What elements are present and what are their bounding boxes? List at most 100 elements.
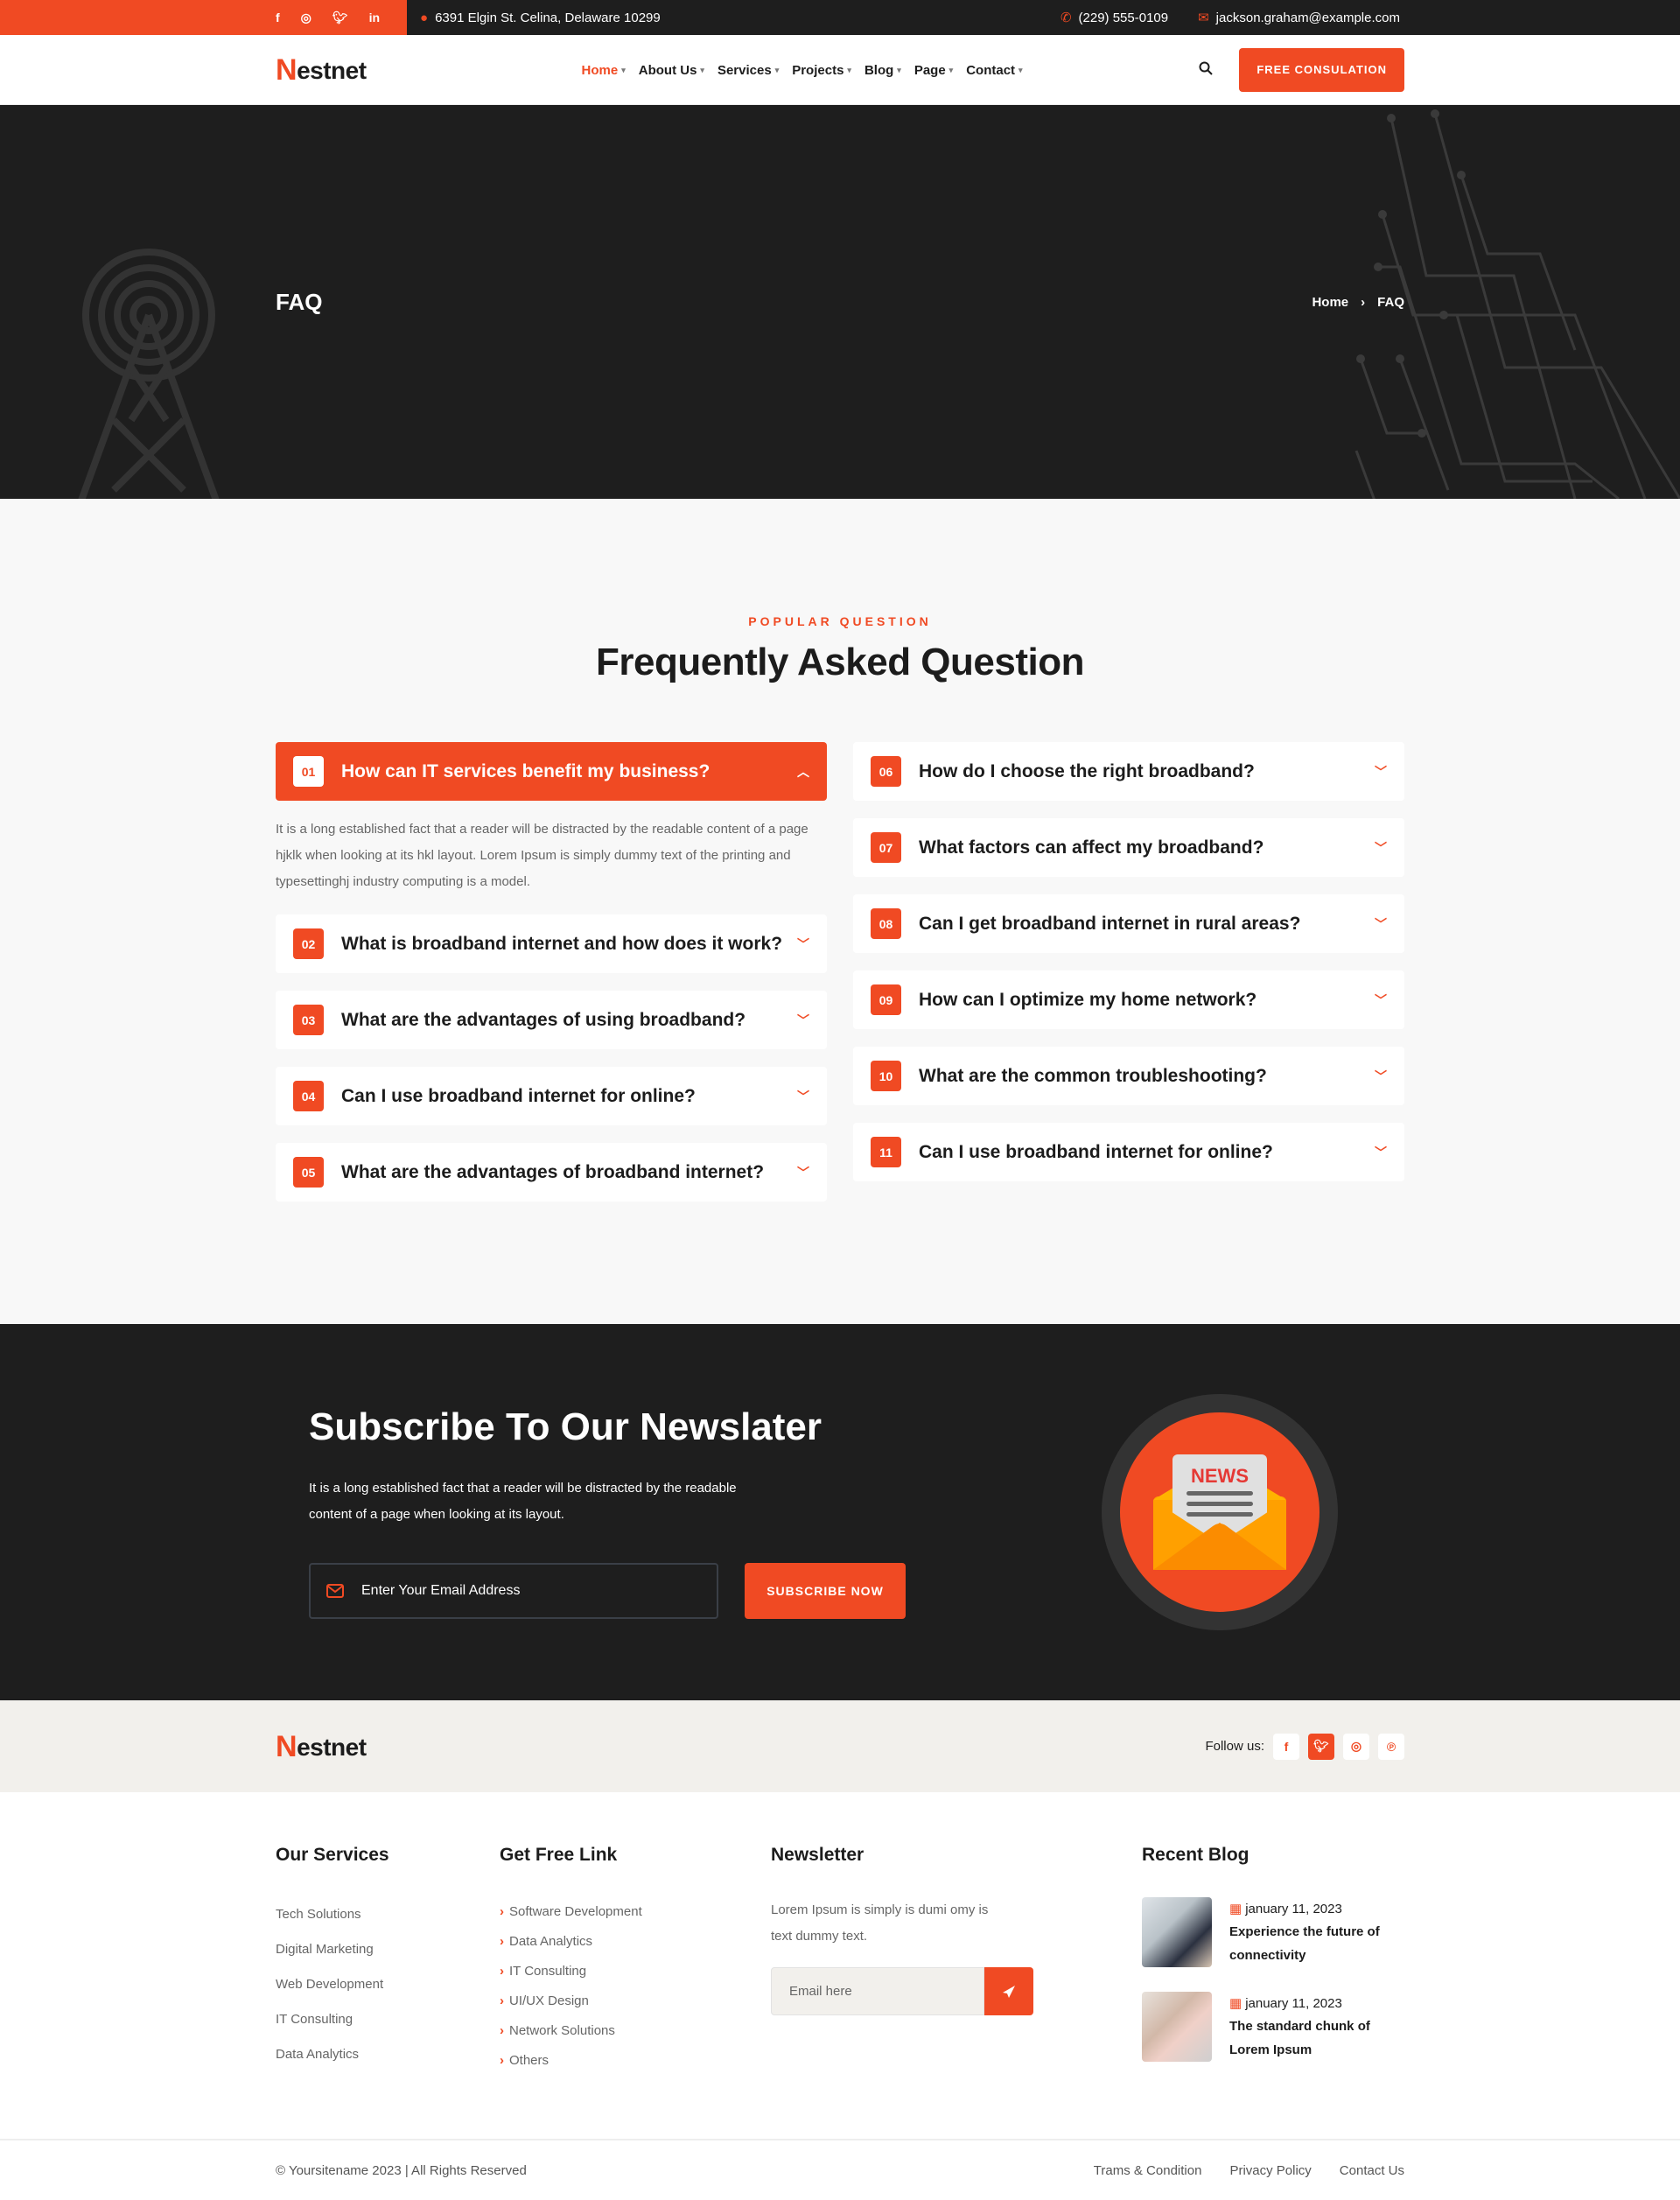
pinterest-icon[interactable]: ℗ [1378, 1733, 1404, 1760]
faq-question: What factors can affect my broadband? [919, 837, 1264, 858]
nav-label: Page [914, 62, 946, 78]
nav-item-projects[interactable]: Projects ▾ [792, 63, 851, 78]
nav-item-contact[interactable]: Contact ▾ [966, 63, 1022, 78]
mail-icon: ✉ [1198, 11, 1209, 25]
faq-item[interactable]: 09 How can I optimize my home network? ﹀ [853, 970, 1404, 1029]
email-text: jackson.graham@example.com [1215, 10, 1400, 25]
nav-label: Services [717, 62, 772, 78]
chevron-down-icon: ﹀ [1375, 840, 1387, 855]
title-line: The standard chunk of [1229, 2019, 1370, 2034]
footer-link[interactable]: Data Analytics [276, 2037, 500, 2072]
blog-post[interactable]: ▦ january 11, 2023 The standard chunk of L… [1142, 1992, 1404, 2062]
blog-thumbnail[interactable] [1142, 1897, 1212, 1967]
chevron-down-icon: ﹀ [797, 1012, 809, 1027]
faq-item[interactable]: 05 What are the advantages of broadband i… [276, 1143, 827, 1202]
blog-date: ▦ january 11, 2023 [1229, 1995, 1370, 2012]
footer-logo[interactable]: N estnet [276, 1732, 367, 1762]
nav-label: Contact [966, 62, 1016, 78]
footer-heading: Newsletter [771, 1845, 864, 1865]
footer-link[interactable]: › Network Solutions [500, 2016, 771, 2046]
contact-link[interactable]: Contact Us [1340, 2163, 1404, 2178]
faq-item[interactable]: 02 What is broadband internet and how doe… [276, 914, 827, 973]
chevron-down-icon: ﹀ [797, 1089, 809, 1104]
newsletter-text-line: It is a long established fact that a rea… [309, 1481, 737, 1496]
facebook-icon[interactable]: f [276, 11, 280, 25]
faq-number: 11 [871, 1137, 901, 1167]
blog-title[interactable]: Experience the future of connectivity [1229, 1920, 1380, 1967]
date-text: january 11, 2023 [1245, 1995, 1342, 2011]
nav-item-blog[interactable]: Blog ▾ [864, 63, 901, 78]
chevron-down-icon: ▾ [700, 65, 704, 74]
faq-question: Can I get broadband internet in rural ar… [919, 913, 1301, 934]
footer-heading: Our Services [276, 1845, 389, 1865]
section-title: Frequently Asked Question [596, 641, 1084, 683]
footer-link[interactable]: › Software Development [500, 1897, 771, 1927]
chevron-right-icon: › [500, 2023, 504, 2038]
twitter-icon[interactable]: 🐦︎ [332, 11, 348, 25]
faq-question: What are the advantages of broadband int… [341, 1161, 765, 1182]
footer-link[interactable]: › Others [500, 2046, 771, 2076]
instagram-icon[interactable]: ◎ [1343, 1733, 1369, 1760]
blog-thumbnail[interactable] [1142, 1992, 1212, 2062]
blog-title[interactable]: The standard chunk of Lorem Ipsum [1229, 2014, 1370, 2062]
faq-question: How can IT services benefit my business? [341, 760, 710, 781]
newsletter-email-input[interactable]: Enter Your Email Address [309, 1563, 718, 1619]
page-hero: FAQ Home › FAQ [0, 105, 1680, 499]
faq-item[interactable]: 01 How can IT services benefit my busine… [276, 742, 827, 801]
nav-item-services[interactable]: Services ▾ [718, 63, 779, 78]
calendar-icon: ▦ [1229, 1902, 1242, 1916]
logo-mark: N [276, 1729, 298, 1763]
faq-number: 06 [871, 756, 901, 787]
faq-number: 01 [293, 756, 324, 787]
faq-question: How can I optimize my home network? [919, 989, 1257, 1010]
faq-item[interactable]: 07 What factors can affect my broadband? ﹀ [853, 818, 1404, 877]
footer-link[interactable]: › IT Consulting [500, 1957, 771, 1986]
search-icon[interactable] [1199, 61, 1214, 80]
footer-link[interactable]: Tech Solutions [276, 1897, 500, 1932]
faq-item[interactable]: 10 What are the common troubleshooting? ﹀ [853, 1047, 1404, 1105]
faq-number: 05 [293, 1157, 324, 1188]
faq-question: Can I use broadband internet for online? [919, 1141, 1273, 1162]
subscribe-button[interactable]: SUBSCRIBE NOW [745, 1563, 906, 1619]
copyright: © Yoursitename 2023 | All Rights Reserve… [276, 2162, 527, 2178]
privacy-link[interactable]: Privacy Policy [1229, 2163, 1311, 2178]
footer-link[interactable]: › UI/UX Design [500, 1986, 771, 2016]
page-title: FAQ [276, 288, 323, 315]
twitter-icon[interactable]: 🐦︎ [1308, 1733, 1334, 1760]
nav-menu: Home ▾ About Us ▾ Services ▾ Projects ▾ Blog… [582, 63, 1023, 78]
news-envelope-icon: NEWS [1153, 1454, 1286, 1570]
footer-link[interactable]: IT Consulting [276, 2002, 500, 2037]
tower-illustration [78, 249, 220, 499]
faq-number: 02 [293, 928, 324, 959]
footer-email-input[interactable]: Email here [771, 1967, 984, 2015]
nav-item-about[interactable]: About Us ▾ [639, 63, 704, 78]
footer-link-label: Software Development [509, 1904, 642, 1919]
send-button[interactable] [984, 1967, 1033, 2015]
footer-link[interactable]: › Data Analytics [500, 1927, 771, 1957]
footer-link[interactable]: Web Development [276, 1967, 500, 2002]
phone[interactable]: ✆ (229) 555-0109 [1060, 10, 1168, 26]
faq-item[interactable]: 03 What are the advantages of using broad… [276, 991, 827, 1049]
terms-link[interactable]: Trams & Condition [1094, 2163, 1202, 2178]
faq-question: Can I use broadband internet for online? [341, 1085, 696, 1106]
faq-item[interactable]: 06 How do I choose the right broadband? ﹀ [853, 742, 1404, 801]
faq-item[interactable]: 04 Can I use broadband internet for onlin… [276, 1067, 827, 1125]
faq-column-right: 06 How do I choose the right broadband? ﹀ … [853, 742, 1404, 1219]
free-consultation-button[interactable]: FREE CONSULATION [1239, 48, 1404, 92]
nav-item-home[interactable]: Home ▾ [582, 63, 626, 78]
breadcrumb-home[interactable]: Home [1312, 295, 1348, 310]
footer-brand-bar: N estnet Follow us: f 🐦︎ ◎ ℗ [0, 1700, 1680, 1792]
faq-item[interactable]: 08 Can I get broadband internet in rural … [853, 894, 1404, 953]
email[interactable]: ✉ jackson.graham@example.com [1198, 10, 1400, 26]
blog-post[interactable]: ▦ january 11, 2023 Experience the future … [1142, 1897, 1404, 1967]
nav-item-page[interactable]: Page ▾ [914, 63, 953, 78]
footer-free-links: Get Free Link › Software Development › Dat… [500, 1845, 771, 2086]
logo-text: estnet [297, 57, 367, 84]
facebook-icon[interactable]: f [1273, 1733, 1299, 1760]
instagram-icon[interactable]: ◎ [301, 11, 312, 25]
logo[interactable]: N estnet [276, 55, 367, 85]
nav-label: Projects [792, 62, 844, 78]
footer-link[interactable]: Digital Marketing [276, 1932, 500, 1967]
faq-item[interactable]: 11 Can I use broadband internet for onlin… [853, 1123, 1404, 1181]
linkedin-icon[interactable]: in [369, 11, 380, 25]
